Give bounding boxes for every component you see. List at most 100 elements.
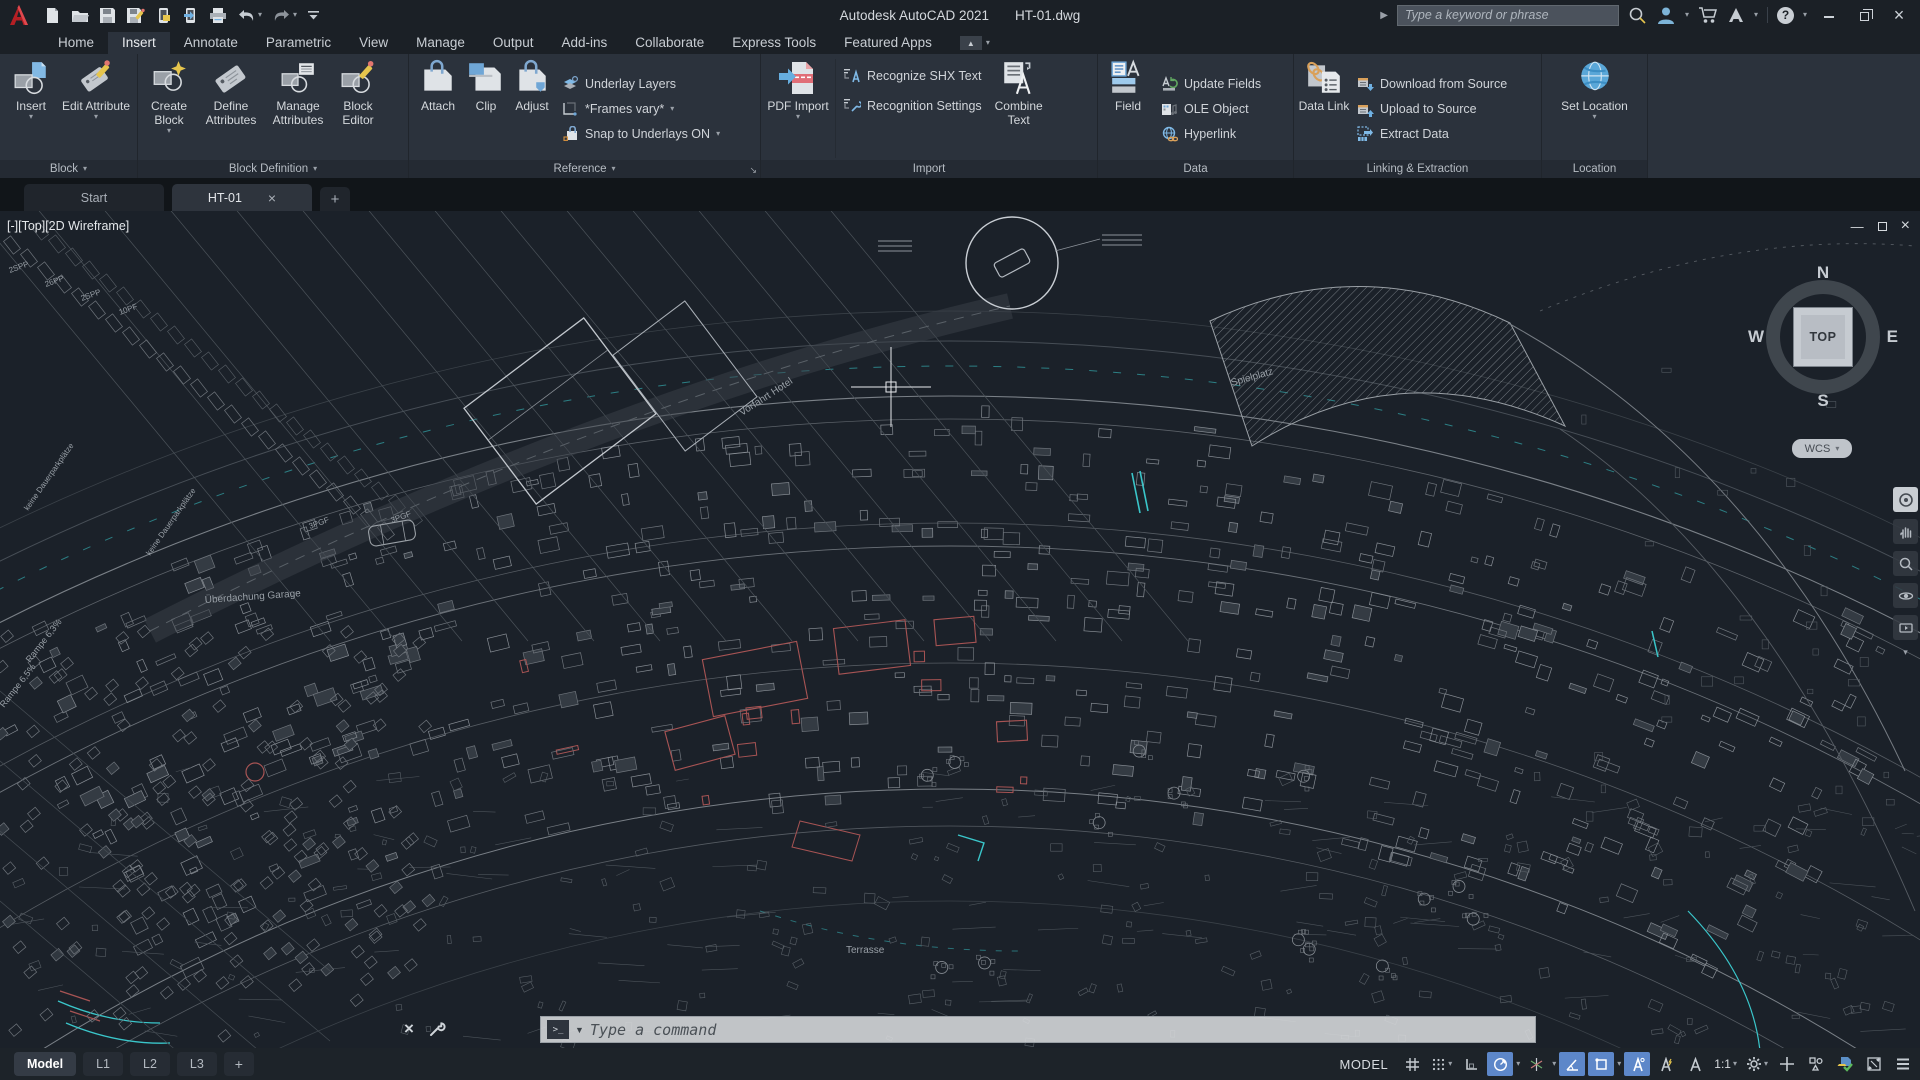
autodesk-account-icon[interactable]	[1727, 6, 1745, 24]
snap-dropdown[interactable]: ▾	[1448, 1060, 1452, 1068]
annotation-autoscale-toggle[interactable]	[1653, 1052, 1679, 1076]
data-link-button[interactable]: Data Link	[1296, 57, 1352, 160]
tab-parametric[interactable]: Parametric	[252, 32, 345, 54]
save-as-button[interactable]	[126, 7, 145, 24]
set-location-dropdown[interactable]: ▾	[1592, 113, 1596, 121]
graphics-performance-button[interactable]	[1832, 1052, 1858, 1076]
layout-tab-l2[interactable]: L2	[130, 1052, 170, 1076]
viewport-minimize-icon[interactable]: —	[1851, 219, 1864, 234]
data-panel-label[interactable]: Data	[1098, 160, 1293, 178]
download-from-source-button[interactable]: Download from Source	[1357, 73, 1507, 95]
create-block-button[interactable]: Create Block ▾	[140, 57, 198, 160]
orbit-button[interactable]	[1893, 583, 1918, 608]
location-panel-label[interactable]: Location	[1542, 160, 1647, 178]
snap-to-underlays-button[interactable]: Snap to Underlays ON ▾	[562, 123, 720, 145]
field-button[interactable]: Field	[1100, 57, 1156, 160]
isodraft-dropdown[interactable]: ▾	[1552, 1060, 1556, 1068]
file-tab-start[interactable]: Start	[24, 184, 164, 211]
help-icon[interactable]: ?	[1776, 6, 1794, 24]
file-tab-doc[interactable]: HT-01 ×	[172, 184, 312, 211]
pdf-import-button[interactable]: PDF Import ▾	[763, 57, 833, 160]
object-snap-toggle[interactable]	[1588, 1052, 1615, 1076]
viewcube-north[interactable]: N	[1817, 263, 1829, 283]
viewcube-east[interactable]: E	[1887, 327, 1898, 347]
object-snap-tracking-toggle[interactable]	[1559, 1052, 1586, 1076]
layout-tab-model[interactable]: Model	[14, 1052, 77, 1076]
new-drawing-tab-button[interactable]: +	[320, 187, 350, 211]
restore-button[interactable]	[1851, 4, 1877, 26]
isolate-objects-button[interactable]	[1803, 1052, 1829, 1076]
viewcube-west[interactable]: W	[1748, 327, 1764, 347]
viewport-close-icon[interactable]: ×	[1901, 217, 1910, 235]
block-definition-panel-label[interactable]: Block Definition ▾	[138, 160, 408, 178]
annotation-visibility-toggle[interactable]	[1624, 1052, 1651, 1076]
clip-button[interactable]: Clip	[465, 57, 507, 160]
full-navigation-wheel-button[interactable]	[1893, 487, 1918, 512]
snap-underlays-dropdown[interactable]: ▾	[716, 129, 720, 138]
define-attributes-button[interactable]: Define Attributes	[198, 57, 264, 160]
attach-button[interactable]: Attach	[411, 57, 465, 160]
save-button[interactable]	[99, 7, 116, 24]
recognition-settings-button[interactable]: Recognition Settings	[843, 95, 982, 117]
command-line[interactable]: >_ ▼	[540, 1016, 1536, 1043]
open-folder-button[interactable]	[71, 7, 89, 24]
undo-button[interactable]: ▾	[237, 8, 262, 23]
underlay-layers-button[interactable]: Underlay Layers	[562, 73, 720, 95]
redo-dropdown[interactable]: ▾	[293, 11, 297, 19]
model-paper-toggle[interactable]: MODEL	[1331, 1052, 1396, 1076]
tab-output[interactable]: Output	[479, 32, 548, 54]
osnap-dropdown[interactable]: ▾	[1617, 1060, 1621, 1068]
close-file-tab-icon[interactable]: ×	[268, 190, 276, 206]
ribbon-display-toggle[interactable]: ▲ ▾	[959, 36, 990, 54]
layout-tab-l3[interactable]: L3	[176, 1052, 217, 1076]
tab-annotate[interactable]: Annotate	[170, 32, 252, 54]
workspace-dropdown[interactable]: ▾	[1764, 1060, 1768, 1068]
annotation-scale-value[interactable]: 1:1 ▾	[1711, 1052, 1740, 1076]
viewcube[interactable]: N S W E TOP	[1748, 263, 1898, 410]
search-expand-icon[interactable]: ▶	[1380, 10, 1388, 21]
sign-in-user-icon[interactable]	[1656, 5, 1676, 25]
command-input[interactable]	[589, 1020, 1529, 1039]
update-fields-button[interactable]: Update Fields	[1161, 73, 1261, 95]
linking-panel-label[interactable]: Linking & Extraction	[1294, 160, 1541, 178]
help-dropdown[interactable]: ▾	[1803, 11, 1807, 19]
grid-toggle[interactable]	[1399, 1052, 1425, 1076]
wcs-selector[interactable]: WCS ▾	[1792, 439, 1852, 458]
plot-button[interactable]	[209, 7, 227, 24]
app-store-cart-icon[interactable]	[1698, 6, 1718, 24]
layout-tab-l1[interactable]: L1	[83, 1052, 124, 1076]
polar-tracking-toggle[interactable]	[1487, 1052, 1514, 1076]
autocad-app-icon[interactable]	[0, 0, 38, 30]
reference-dialog-launcher[interactable]: ↘	[749, 165, 757, 176]
viewcube-top-face[interactable]: TOP	[1793, 307, 1853, 367]
viewport-controls-label[interactable]: [-][Top][2D Wireframe]	[7, 219, 129, 233]
clean-screen-button[interactable]	[1861, 1052, 1887, 1076]
new-layout-button[interactable]: +	[223, 1052, 254, 1076]
minimize-button[interactable]	[1816, 4, 1842, 26]
undo-dropdown[interactable]: ▾	[258, 11, 262, 19]
isometric-drafting-toggle[interactable]	[1523, 1052, 1549, 1076]
tab-featured-apps[interactable]: Featured Apps	[830, 32, 946, 54]
new-file-button[interactable]	[44, 7, 61, 24]
command-prompt-icon[interactable]: >_	[547, 1020, 569, 1039]
tab-add-ins[interactable]: Add-ins	[547, 32, 621, 54]
open-on-mobile-button[interactable]	[182, 7, 199, 24]
command-close-icon[interactable]: ×	[404, 1019, 414, 1039]
viewport-restore-icon[interactable]	[1877, 221, 1887, 231]
edit-attribute-button[interactable]: Edit Attribute ▾	[60, 57, 132, 160]
signin-dropdown[interactable]: ▾	[1685, 11, 1689, 19]
frames-dropdown[interactable]: ▾	[670, 104, 674, 113]
autodesk-dropdown[interactable]: ▾	[1754, 11, 1758, 19]
adjust-button[interactable]: Adjust	[507, 57, 557, 160]
block-panel-label[interactable]: Block ▾	[0, 160, 137, 178]
tab-insert[interactable]: Insert	[108, 32, 170, 54]
pan-button[interactable]	[1893, 519, 1918, 544]
workspace-settings-button[interactable]: ▾	[1743, 1052, 1771, 1076]
import-panel-label[interactable]: Import	[761, 160, 1097, 178]
drawing-viewport[interactable]: Überdachung Garage Rampe 6,3% Rampe 6,5% ke…	[0, 211, 1920, 1048]
hyperlink-button[interactable]: Hyperlink	[1161, 123, 1261, 145]
tab-home[interactable]: Home	[44, 32, 108, 54]
combine-text-button[interactable]: Combine Text	[987, 57, 1051, 160]
search-icon[interactable]	[1628, 6, 1647, 25]
tab-express-tools[interactable]: Express Tools	[718, 32, 830, 54]
